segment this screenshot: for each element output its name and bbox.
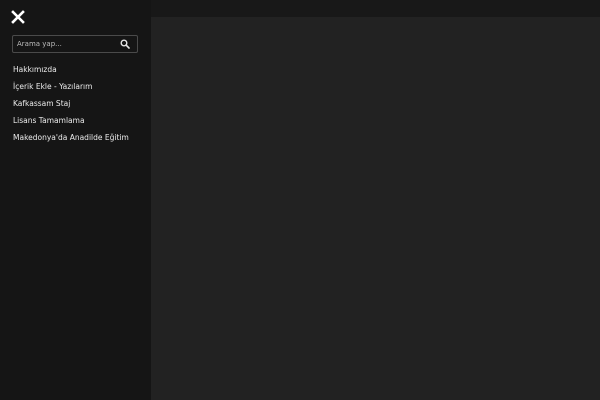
nav-item-icerik-ekle[interactable]: İçerik Ekle - Yazılarım — [13, 78, 129, 95]
search-icon — [120, 39, 130, 49]
sidebar-menu: Hakkımızda İçerik Ekle - Yazılarım Kafka… — [0, 0, 151, 400]
nav-item-lisans-tamamlama[interactable]: Lisans Tamamlama — [13, 112, 129, 129]
nav-item-makedonya-egitim[interactable]: Makedonya'da Anadilde Eğitim — [13, 129, 129, 146]
search-button[interactable] — [120, 39, 130, 49]
page: Hakkımızda İçerik Ekle - Yazılarım Kafka… — [0, 0, 600, 400]
close-menu-button[interactable] — [10, 9, 26, 25]
nav-item-hakkimizda[interactable]: Hakkımızda — [13, 61, 129, 78]
search-box — [12, 35, 138, 53]
search-input[interactable] — [13, 36, 117, 52]
nav-item-kafkassam-staj[interactable]: Kafkassam Staj — [13, 95, 129, 112]
main-content — [151, 17, 600, 400]
sidebar-nav: Hakkımızda İçerik Ekle - Yazılarım Kafka… — [13, 61, 129, 146]
close-icon — [11, 10, 25, 24]
